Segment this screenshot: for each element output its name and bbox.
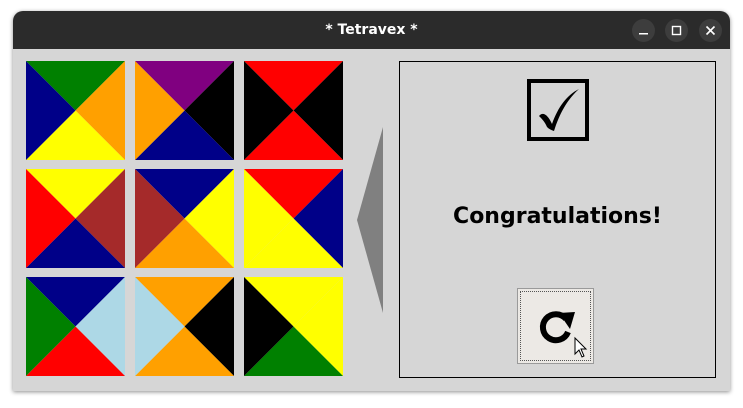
tile-1-3[interactable] bbox=[244, 61, 343, 160]
arrow-pointer-icon bbox=[357, 127, 383, 313]
tile-1-2[interactable] bbox=[135, 61, 234, 160]
tile-3-1[interactable] bbox=[26, 277, 125, 376]
close-button[interactable] bbox=[699, 19, 722, 42]
tile-1-1[interactable] bbox=[26, 61, 125, 160]
maximize-button[interactable] bbox=[665, 19, 688, 42]
restart-icon bbox=[539, 311, 588, 358]
tile-3-2[interactable] bbox=[135, 277, 234, 376]
minimize-button[interactable] bbox=[632, 19, 655, 42]
close-icon bbox=[705, 25, 716, 36]
tile-2-1[interactable] bbox=[26, 169, 125, 268]
tile-2-3[interactable] bbox=[244, 169, 343, 268]
status-panel: Congratulations! bbox=[399, 61, 716, 378]
maximize-icon bbox=[671, 25, 682, 36]
puzzle-board bbox=[26, 61, 343, 377]
minimize-icon bbox=[639, 33, 648, 35]
tile-2-2[interactable] bbox=[135, 169, 234, 268]
tile-3-3[interactable] bbox=[244, 277, 343, 376]
window-title: * Tetravex * bbox=[325, 22, 418, 38]
restart-button[interactable] bbox=[517, 288, 594, 364]
congratulations-message: Congratulations! bbox=[453, 204, 662, 229]
checkmark-icon bbox=[527, 79, 589, 141]
app-window: * Tetravex * Congratulations! bbox=[13, 11, 730, 391]
title-bar[interactable]: * Tetravex * bbox=[13, 11, 730, 49]
